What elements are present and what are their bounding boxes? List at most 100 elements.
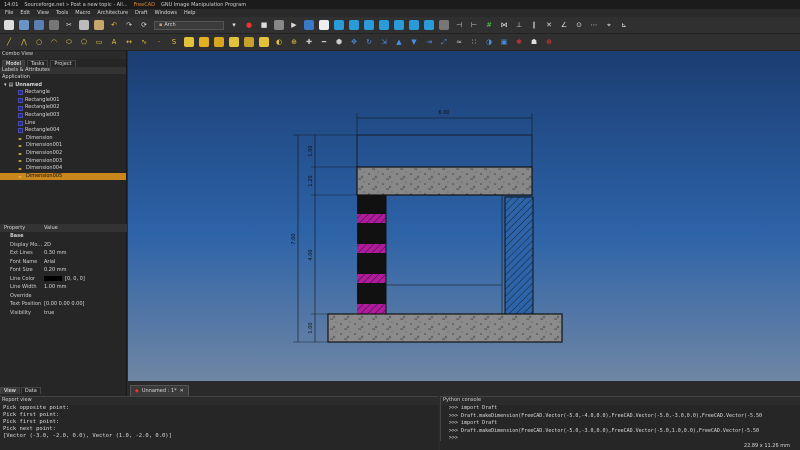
- clone-tool-icon[interactable]: ◑: [484, 37, 494, 47]
- copy-icon[interactable]: [79, 20, 89, 30]
- print-icon[interactable]: [49, 20, 59, 30]
- tree-item[interactable]: Rectangle: [0, 89, 126, 97]
- view-right-icon[interactable]: [379, 20, 389, 30]
- property-value[interactable]: [44, 292, 127, 301]
- axes-tool-icon[interactable]: ⊕: [289, 37, 299, 47]
- tree-item[interactable]: Rectangle003: [0, 112, 126, 120]
- menu-view[interactable]: View: [37, 10, 49, 16]
- scale-tool-icon[interactable]: ⤢: [439, 37, 449, 47]
- menu-macro[interactable]: Macro: [75, 10, 90, 16]
- dimension-tool-icon[interactable]: ↔: [124, 37, 134, 47]
- delete-tool-icon[interactable]: ⊕: [544, 37, 554, 47]
- redo-icon[interactable]: ↷: [124, 20, 134, 30]
- workbench-selector[interactable]: ▪ Arch: [154, 20, 224, 30]
- edit-tool-icon[interactable]: ≈: [454, 37, 464, 47]
- property-row[interactable]: Line Width 1.00 mm: [0, 283, 127, 292]
- upgrade-tool-icon[interactable]: ▲: [394, 37, 404, 47]
- structure-tool-icon[interactable]: [199, 37, 209, 47]
- document-tab[interactable]: ◆ Unnamed : 1* ✕: [130, 385, 189, 396]
- menu-tools[interactable]: Tools: [56, 10, 68, 16]
- property-row[interactable]: Visibility true: [0, 309, 127, 318]
- property-row[interactable]: Ext Lines 0.30 mm: [0, 249, 127, 258]
- downgrade-tool-icon[interactable]: ▼: [409, 37, 419, 47]
- python-lines[interactable]: >>> import Draft >>> Draft.makeDimension(…: [441, 405, 800, 443]
- floor-tool-icon[interactable]: [214, 37, 224, 47]
- shapestring-tool-icon[interactable]: S: [169, 37, 179, 47]
- snap-near-icon[interactable]: ⌖: [604, 20, 614, 30]
- color-value-cell[interactable]: [0, 0, 0]: [44, 275, 127, 284]
- 3d-viewport[interactable]: 6.00 7.00 1.00 1.20 4.00 1.00: [128, 51, 800, 381]
- snap-lock-icon[interactable]: ⊣: [454, 20, 464, 30]
- view-front-icon[interactable]: [349, 20, 359, 30]
- tab-project[interactable]: Project: [50, 59, 76, 67]
- array-tool-icon[interactable]: ∷: [469, 37, 479, 47]
- wall-tool-icon[interactable]: [184, 37, 194, 47]
- drawing-canvas[interactable]: 6.00 7.00 1.00 1.20 4.00 1.00: [128, 51, 800, 381]
- snap-perp-icon[interactable]: ⊥: [514, 20, 524, 30]
- view-rear-icon[interactable]: [394, 20, 404, 30]
- rectangle-tool-icon[interactable]: ▭: [94, 37, 104, 47]
- snap-end-icon[interactable]: ⊢: [469, 20, 479, 30]
- snap-center-icon[interactable]: ⊙: [574, 20, 584, 30]
- menu-file[interactable]: File: [5, 10, 13, 16]
- dropdown-chevron-icon[interactable]: ▾: [229, 20, 239, 30]
- save-icon[interactable]: [34, 20, 44, 30]
- property-value[interactable]: 2D: [44, 241, 127, 250]
- top-outline[interactable]: [356, 134, 533, 168]
- view-bottom-icon[interactable]: [409, 20, 419, 30]
- property-value[interactable]: Arial: [44, 258, 127, 267]
- point-tool-icon[interactable]: ·: [154, 37, 164, 47]
- bspline-tool-icon[interactable]: ∿: [139, 37, 149, 47]
- taskbar-item-gimp[interactable]: GNU Image Manipulation Program: [161, 2, 246, 8]
- macro-editor-icon[interactable]: [274, 20, 284, 30]
- menu-windows[interactable]: Windows: [155, 10, 177, 16]
- property-row[interactable]: Line Color [0, 0, 0]: [0, 275, 127, 284]
- refresh-icon[interactable]: ⟳: [139, 20, 149, 30]
- heal-tool-icon[interactable]: ✱: [514, 37, 524, 47]
- menu-help[interactable]: Help: [184, 10, 195, 16]
- property-value[interactable]: 0.20 mm: [44, 266, 127, 275]
- paste-icon[interactable]: [94, 20, 104, 30]
- drawing-tool-icon[interactable]: ▣: [499, 37, 509, 47]
- snap-angle-icon[interactable]: ∠: [559, 20, 569, 30]
- tree-item[interactable]: ◂▸ Dimension003: [0, 158, 126, 166]
- tab-tasks[interactable]: Tasks: [27, 59, 49, 67]
- stop-macro-icon[interactable]: ■: [259, 20, 269, 30]
- text-tool-icon[interactable]: A: [109, 37, 119, 47]
- left-column[interactable]: [357, 195, 386, 314]
- ellipse-tool-icon[interactable]: ⬭: [64, 37, 74, 47]
- tree-item[interactable]: Rectangle001: [0, 97, 126, 105]
- vis-group-icon[interactable]: ☗: [529, 37, 539, 47]
- snap-intersection-icon[interactable]: ✕: [544, 20, 554, 30]
- view-top-icon[interactable]: [364, 20, 374, 30]
- property-row[interactable]: Text Position [0.00 0.00 0.00]: [0, 300, 127, 309]
- move-tool-icon[interactable]: ✥: [349, 37, 359, 47]
- run-macro-icon[interactable]: ▶: [289, 20, 299, 30]
- tab-model[interactable]: Model: [2, 59, 26, 67]
- snap-extension-icon[interactable]: ⋯: [589, 20, 599, 30]
- collapse-arrow-icon[interactable]: ▾: [4, 82, 7, 90]
- tree-document[interactable]: ▾ ▤ Unnamed: [0, 82, 126, 90]
- menu-draft[interactable]: Draft: [135, 10, 148, 16]
- tree-item[interactable]: Line: [0, 120, 126, 128]
- taskbar-item-browser[interactable]: Sourceforge.net » Post a new topic - All…: [24, 2, 127, 8]
- property-row[interactable]: Display Mo... 2D: [0, 241, 127, 250]
- tree-item[interactable]: ◂▸ Dimension005: [0, 172, 126, 181]
- rotate-tool-icon[interactable]: ↻: [364, 37, 374, 47]
- property-row[interactable]: Override: [0, 292, 127, 301]
- view-fit-icon[interactable]: [304, 20, 314, 30]
- polygon-tool-icon[interactable]: ⬠: [79, 37, 89, 47]
- taskbar-item-freecad[interactable]: FreeCAD: [134, 2, 155, 8]
- tree-item[interactable]: ◂▸ Dimension004: [0, 165, 126, 173]
- property-value[interactable]: 0.30 mm: [44, 249, 127, 258]
- view-left-icon[interactable]: [424, 20, 434, 30]
- open-folder-icon[interactable]: [19, 20, 29, 30]
- view-axo-icon[interactable]: [334, 20, 344, 30]
- tree-item[interactable]: Rectangle004: [0, 127, 126, 135]
- property-value[interactable]: [0.00 0.00 0.00]: [44, 300, 127, 309]
- line-tool-icon[interactable]: ╱: [4, 37, 14, 47]
- menu-edit[interactable]: Edit: [20, 10, 30, 16]
- wire-tool-icon[interactable]: ⋀: [19, 37, 29, 47]
- arc-tool-icon[interactable]: ◠: [49, 37, 59, 47]
- tab-data[interactable]: Data: [20, 387, 41, 394]
